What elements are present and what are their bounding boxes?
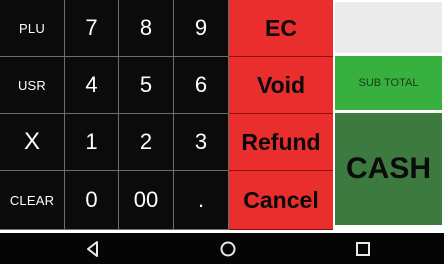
decimal-point-key[interactable]: . [174, 171, 229, 230]
cancel-button[interactable]: Cancel [229, 171, 333, 230]
digit-0-key[interactable]: 0 [65, 171, 119, 230]
digit-9-key[interactable]: 9 [174, 0, 229, 57]
back-icon[interactable] [84, 240, 102, 258]
void-button[interactable]: Void [229, 57, 333, 114]
digit-5-key[interactable]: 5 [119, 57, 174, 114]
pos-screen: PLU 7 8 9 USR 4 5 6 X 1 2 3 CLEAR 0 00 .… [0, 0, 444, 264]
digit-6-key[interactable]: 6 [174, 57, 229, 114]
home-icon[interactable] [219, 240, 237, 258]
plu-key[interactable]: PLU [0, 0, 65, 57]
cash-button[interactable]: CASH [335, 113, 442, 225]
action-buttons: EC Void Refund Cancel [229, 0, 333, 230]
clear-key[interactable]: CLEAR [0, 171, 65, 230]
android-navigation-bar [0, 233, 444, 264]
recent-apps-icon[interactable] [354, 240, 372, 258]
multiply-key[interactable]: X [0, 114, 65, 171]
refund-button[interactable]: Refund [229, 114, 333, 171]
digit-2-key[interactable]: 2 [119, 114, 174, 171]
numeric-keypad: PLU 7 8 9 USR 4 5 6 X 1 2 3 CLEAR 0 00 . [0, 0, 229, 230]
double-zero-key[interactable]: 00 [119, 171, 174, 230]
digit-1-key[interactable]: 1 [65, 114, 119, 171]
digit-4-key[interactable]: 4 [65, 57, 119, 114]
totals-panel: SUB TOTAL CASH [333, 0, 444, 230]
digit-8-key[interactable]: 8 [119, 0, 174, 57]
usr-key[interactable]: USR [0, 57, 65, 114]
ec-button[interactable]: EC [229, 0, 333, 57]
digit-3-key[interactable]: 3 [174, 114, 229, 171]
amount-display [335, 2, 442, 53]
subtotal-button[interactable]: SUB TOTAL [335, 56, 442, 110]
digit-7-key[interactable]: 7 [65, 0, 119, 57]
